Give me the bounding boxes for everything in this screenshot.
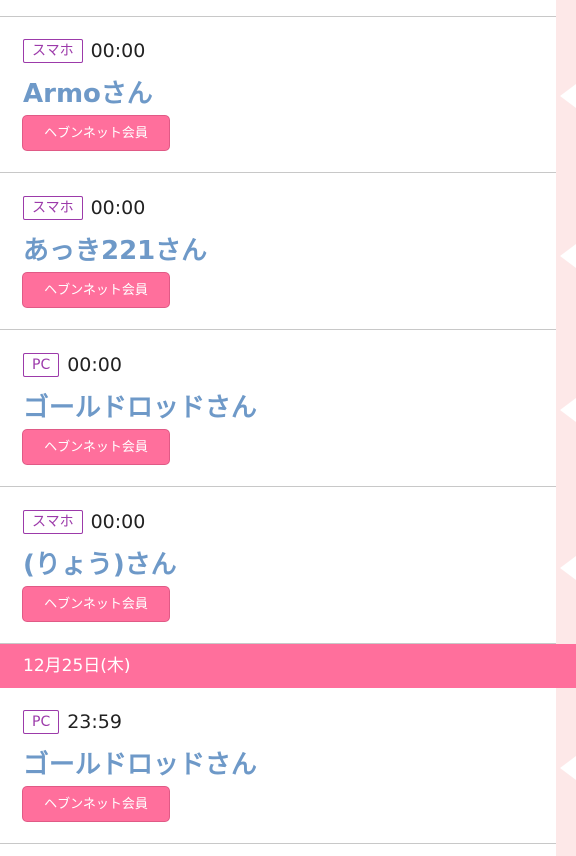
visitor-entry: スマホ 00:00 Armoさん ヘブンネット会員 xyxy=(0,17,556,173)
visitor-entry: PC 00:00 ゴールドロッドさん ヘブンネット会員 xyxy=(0,331,556,487)
visitor-name[interactable]: Armoさん xyxy=(23,73,153,110)
visit-time: 00:00 xyxy=(67,354,122,376)
side-notch xyxy=(560,556,576,580)
side-notch xyxy=(560,398,576,422)
visitor-name[interactable]: ゴールドロッドさん xyxy=(23,387,257,424)
visitor-name[interactable]: あっき221さん xyxy=(23,230,207,267)
member-badge-button[interactable]: ヘブンネット会員 xyxy=(22,115,170,151)
visit-time: 00:00 xyxy=(90,511,146,533)
side-notch xyxy=(560,756,576,780)
device-tag: PC xyxy=(23,710,60,734)
visit-time: 00:00 xyxy=(90,40,146,62)
entry-meta: スマホ 00:00 xyxy=(23,39,145,63)
entry-meta: PC 23:59 xyxy=(23,710,122,734)
side-notch xyxy=(560,84,576,108)
entry-meta: スマホ 00:00 xyxy=(23,196,145,220)
member-badge-button[interactable]: ヘブンネット会員 xyxy=(22,272,170,308)
date-header: 12月25日(木) xyxy=(0,644,576,688)
visitor-name[interactable]: (りょう)さん xyxy=(23,544,177,581)
visitor-list-screen: スマホ 00:00 Armoさん ヘブンネット会員 スマホ 00:00 あっき2… xyxy=(0,0,576,856)
member-badge-button[interactable]: ヘブンネット会員 xyxy=(22,786,170,822)
visitor-name[interactable]: ゴールドロッドさん xyxy=(23,744,257,781)
device-tag: スマホ xyxy=(23,39,83,63)
member-badge-button[interactable]: ヘブンネット会員 xyxy=(22,429,170,465)
visit-time: 00:00 xyxy=(90,197,146,219)
entry-meta: スマホ 00:00 xyxy=(23,510,145,534)
member-badge-button[interactable]: ヘブンネット会員 xyxy=(22,586,170,622)
visit-time: 23:59 xyxy=(67,711,122,733)
visitor-entry: スマホ 00:00 (りょう)さん ヘブンネット会員 xyxy=(0,488,556,644)
device-tag: スマホ xyxy=(23,510,83,534)
entry-meta: PC 00:00 xyxy=(23,353,122,377)
visitor-entry: スマホ 00:00 あっき221さん ヘブンネット会員 xyxy=(0,174,556,330)
side-decoration xyxy=(556,0,576,856)
side-notch xyxy=(560,244,576,268)
visitor-entry: PC 23:59 ゴールドロッドさん ヘブンネット会員 xyxy=(0,688,556,844)
visitor-list: スマホ 00:00 Armoさん ヘブンネット会員 スマホ 00:00 あっき2… xyxy=(0,0,556,856)
device-tag: スマホ xyxy=(23,196,83,220)
device-tag: PC xyxy=(23,353,60,377)
